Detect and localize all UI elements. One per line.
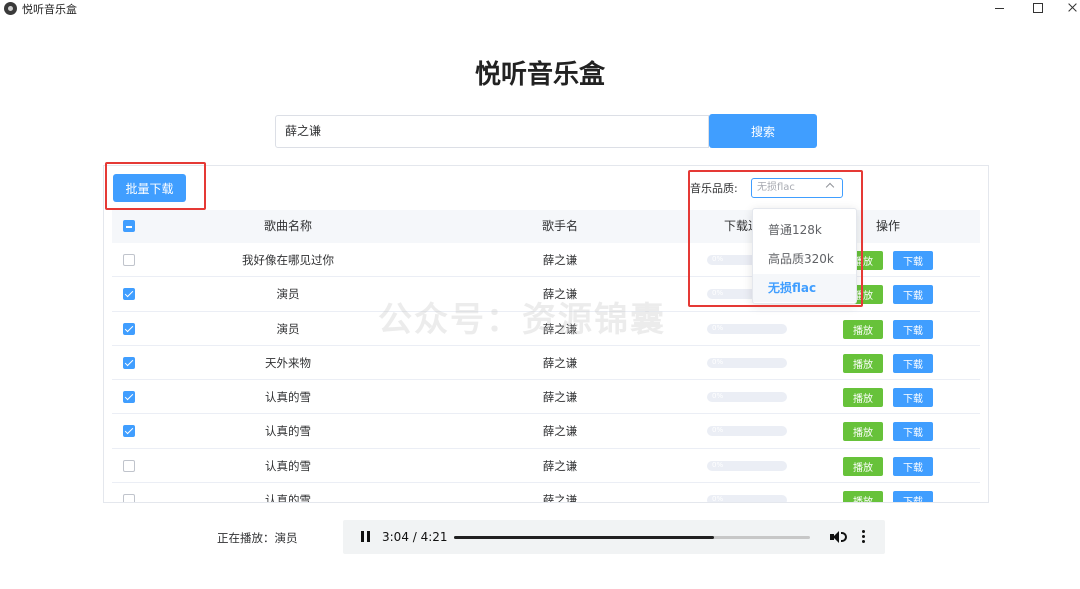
download-progress-bar: 0% [707, 357, 787, 368]
download-button[interactable]: 下载 [893, 388, 933, 408]
header-song: 歌曲名称 [263, 219, 313, 233]
artist-name: 薛之谦 [542, 458, 578, 473]
table-row: 认真的雪 薛之谦 0% 播放 下载 [112, 483, 980, 503]
download-progress-text: 0% [712, 460, 724, 469]
window-title: 悦听音乐盒 [22, 3, 77, 16]
search-button[interactable]: 搜索 [709, 114, 817, 148]
play-button[interactable]: 播放 [843, 456, 883, 476]
download-button[interactable]: 下载 [893, 491, 933, 502]
pause-icon[interactable] [361, 531, 370, 542]
play-button[interactable]: 播放 [843, 422, 883, 442]
song-name: 认真的雪 [265, 390, 311, 405]
row-checkbox[interactable] [123, 288, 135, 301]
artist-name: 薛之谦 [542, 424, 578, 439]
download-button[interactable]: 下载 [893, 285, 933, 305]
song-name: 天外来物 [265, 355, 311, 370]
volume-wave [841, 532, 847, 542]
download-progress-bar: 0% [707, 460, 787, 471]
close-icon[interactable] [1058, 0, 1080, 16]
song-name: 认真的雪 [265, 424, 311, 439]
maximize-icon[interactable] [1022, 0, 1052, 16]
play-button[interactable]: 播放 [843, 491, 883, 502]
playback-time: 3:04 / 4:21 [382, 530, 448, 544]
more-options-icon[interactable] [862, 530, 866, 544]
row-checkbox[interactable] [123, 254, 135, 266]
song-name: 我好像在哪见过你 [242, 253, 334, 267]
download-button[interactable]: 下载 [893, 251, 933, 270]
minimize-icon[interactable] [985, 0, 1015, 16]
song-name: 演员 [276, 287, 300, 302]
artist-name: 薛之谦 [542, 493, 578, 503]
row-checkbox[interactable] [123, 459, 135, 472]
window-title-bar: 悦听音乐盒 [0, 0, 1080, 18]
download-progress-text: 0% [712, 392, 724, 401]
artist-name: 薛之谦 [542, 253, 578, 267]
row-checkbox[interactable] [123, 391, 135, 404]
table-row: 认真的雪 薛之谦 0% 播放 下载 [112, 380, 980, 415]
seek-bar[interactable] [454, 536, 810, 539]
page-title: 悦听音乐盒 [474, 60, 605, 90]
play-button[interactable]: 播放 [843, 319, 883, 339]
header-actions: 操作 [875, 219, 901, 233]
play-button[interactable]: 播放 [843, 353, 883, 373]
download-progress-text: 0% [712, 426, 724, 435]
highlight-box-quality [688, 170, 863, 307]
download-button[interactable]: 下载 [893, 456, 933, 476]
download-button[interactable]: 下载 [893, 319, 933, 339]
select-all-checkbox[interactable] [123, 220, 135, 232]
table-row: 天外来物 薛之谦 0% 播放 下载 [112, 346, 980, 381]
table-row: 认真的雪 薛之谦 0% 播放 下载 [112, 414, 980, 449]
row-checkbox[interactable] [123, 356, 135, 369]
watermark: 公众号：资源锦囊 [378, 300, 666, 340]
row-checkbox[interactable] [123, 425, 135, 438]
seek-bar-fill [454, 536, 714, 539]
row-checkbox[interactable] [123, 322, 135, 335]
download-progress-bar: 0% [707, 495, 787, 503]
download-progress-text: 0% [712, 323, 724, 332]
download-progress-bar: 0% [707, 323, 787, 334]
highlight-box-batch [105, 162, 206, 210]
row-checkbox[interactable] [123, 494, 135, 502]
audio-player: 3:04 / 4:21 [343, 520, 885, 554]
artist-name: 薛之谦 [542, 390, 578, 405]
download-progress-bar: 0% [707, 392, 787, 403]
song-name: 认真的雪 [265, 493, 311, 503]
table-row: 认真的雪 薛之谦 0% 播放 下载 [112, 449, 980, 484]
download-progress-bar: 0% [707, 426, 787, 437]
app-logo-icon [4, 2, 17, 15]
now-playing-label: 正在播放：演员 [217, 531, 298, 545]
download-progress-text: 0% [712, 357, 724, 366]
download-progress-text: 0% [712, 495, 724, 503]
song-name: 演员 [276, 321, 300, 336]
artist-name: 薛之谦 [542, 355, 578, 370]
search-input[interactable]: 薛之谦 [275, 115, 709, 148]
header-artist: 歌手名 [541, 219, 579, 233]
download-button[interactable]: 下载 [893, 353, 933, 373]
download-button[interactable]: 下载 [893, 422, 933, 442]
play-button[interactable]: 播放 [843, 388, 883, 408]
song-name: 认真的雪 [265, 458, 311, 473]
